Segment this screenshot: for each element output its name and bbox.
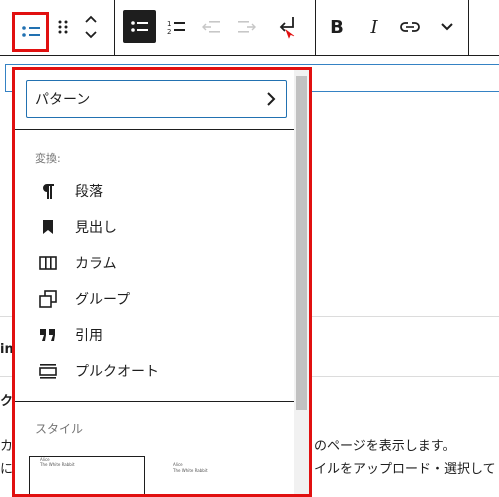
block-toolbar: 12 B I (0, 0, 499, 56)
ordered-list-icon: 12 (167, 19, 187, 35)
toolbar-separator (315, 0, 316, 56)
svg-text:2: 2 (167, 28, 171, 35)
pullquote-icon (33, 359, 63, 383)
transform-item-label: 段落 (75, 184, 103, 200)
patterns-label: パターン (35, 92, 91, 108)
svg-text:1: 1 (167, 20, 171, 28)
transform-item-label: 引用 (75, 328, 103, 344)
patterns-button[interactable]: パターン (26, 80, 287, 118)
toolbar-separator (468, 0, 469, 56)
separator-line (312, 316, 499, 317)
separator-line (0, 316, 12, 317)
paragraph-icon (33, 179, 63, 203)
transform-item-group[interactable]: グループ (29, 281, 291, 317)
paragraph-text: のページを表示します。 (314, 439, 456, 454)
bold-button[interactable]: B (320, 10, 354, 44)
block-transform-dropdown: パターン 変換: 段落 見出し カラム グループ 引用 プルクオート スタイル … (12, 67, 312, 497)
transform-item-heading[interactable]: 見出し (29, 209, 291, 245)
newline-button[interactable] (270, 10, 304, 44)
chevron-down-icon (440, 22, 454, 32)
columns-icon (33, 251, 63, 275)
dropdown-scrollbar[interactable] (294, 70, 309, 494)
transform-item-quote[interactable]: 引用 (29, 317, 291, 353)
styles-section-label: スタイル (35, 422, 84, 436)
transform-item-paragraph[interactable]: 段落 (29, 173, 291, 209)
link-icon (399, 20, 421, 34)
block-type-button[interactable] (12, 12, 49, 52)
heading-icon (33, 215, 63, 239)
italic-label: I (370, 16, 378, 38)
transform-item-label: 見出し (75, 220, 117, 236)
newline-icon (276, 15, 298, 39)
transform-item-label: カラム (75, 256, 117, 272)
move-up-down-button[interactable] (74, 10, 108, 44)
preview-item: The White Rabbit (40, 462, 75, 467)
separator-line (0, 376, 12, 377)
paragraph-text: イルをアップロード・選択して (314, 462, 496, 477)
style-preview-default[interactable]: Alice The White Rabbit (29, 456, 145, 494)
separator-line (312, 376, 499, 377)
indent-button[interactable] (230, 10, 264, 44)
scrollbar-thumb[interactable] (296, 76, 307, 410)
bold-label: B (330, 16, 344, 38)
preview-item: The White Rabbit (173, 468, 208, 473)
unordered-list-button[interactable] (123, 10, 156, 43)
style-preview-circle[interactable]: Alice The White Rabbit (165, 456, 281, 494)
link-button[interactable] (393, 10, 427, 44)
menu-divider (15, 401, 297, 402)
indent-icon (237, 20, 257, 34)
toolbar-separator (114, 0, 115, 56)
transform-item-label: グループ (75, 292, 131, 308)
outdent-icon (201, 20, 221, 34)
move-up-down-icon (84, 14, 98, 40)
transform-item-columns[interactable]: カラム (29, 245, 291, 281)
drag-handle-icon (57, 19, 69, 35)
quote-icon (33, 323, 63, 347)
group-icon (33, 287, 63, 311)
transform-item-pullquote[interactable]: プルクオート (29, 353, 291, 389)
chevron-right-icon (266, 91, 276, 111)
unordered-list-icon (130, 19, 150, 35)
italic-button[interactable]: I (357, 10, 391, 44)
preview-item: Alice (173, 462, 183, 467)
more-options-button[interactable] (430, 10, 464, 44)
transform-section-label: 変換: (35, 152, 61, 165)
menu-divider (15, 129, 297, 130)
transform-item-label: プルクオート (75, 364, 159, 380)
ordered-list-button[interactable]: 12 (160, 10, 194, 44)
unordered-list-icon (20, 23, 42, 41)
outdent-button[interactable] (194, 10, 228, 44)
